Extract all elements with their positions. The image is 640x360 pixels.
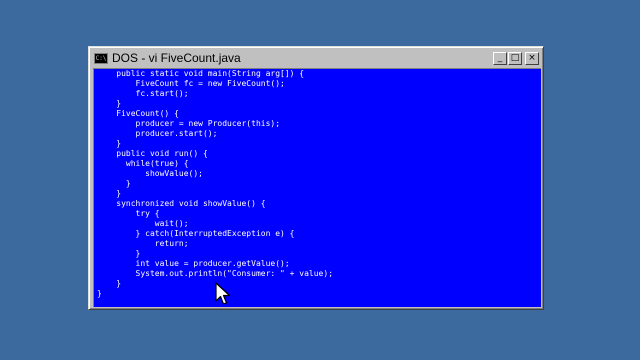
code-line: public void run() { <box>97 149 208 158</box>
mouse-pointer-icon <box>215 282 231 305</box>
title-bar[interactable]: C:\ DOS - vi FiveCount.java _ □ × <box>92 50 540 66</box>
code-line: } <box>97 189 122 198</box>
code-line: showValue(); <box>97 169 203 178</box>
minimize-button[interactable]: _ <box>493 51 507 65</box>
code-line: } <box>97 139 122 148</box>
close-button[interactable]: × <box>525 51 539 65</box>
code-line: FiveCount() { <box>97 109 179 118</box>
dos-window[interactable]: C:\ DOS - vi FiveCount.java _ □ × public… <box>88 46 544 310</box>
code-line: fc.start(); <box>97 89 189 98</box>
code-line: producer.start(); <box>97 129 218 138</box>
code-line: return; <box>97 239 189 248</box>
code-line: System.out.println("Consumer: " + value)… <box>97 269 334 278</box>
code-line: producer = new Producer(this); <box>97 119 281 128</box>
code-line: try { <box>97 209 160 218</box>
code-line: int value = producer.getValue(); <box>97 259 290 268</box>
window-controls: _ □ × <box>493 51 539 65</box>
code-line: } catch(InterruptedException e) { <box>97 229 295 238</box>
code-line: public static void main(String arg[]) { <box>97 69 305 78</box>
code-line: while(true) { <box>97 159 189 168</box>
code-line: synchronized void showValue() { <box>97 199 266 208</box>
maximize-button[interactable]: □ <box>508 51 522 65</box>
code-line: } <box>97 249 141 258</box>
code-line: } <box>97 279 122 288</box>
code-line: wait(); <box>97 219 189 228</box>
code-line: } <box>97 99 122 108</box>
code-line: } <box>97 289 102 298</box>
window-title: DOS - vi FiveCount.java <box>112 51 241 65</box>
console-icon[interactable]: C:\ <box>94 52 108 64</box>
code-line: } <box>97 179 131 188</box>
console-text-area[interactable]: public static void main(String arg[]) { … <box>93 68 541 307</box>
code-line: FiveCount fc = new FiveCount(); <box>97 79 285 88</box>
